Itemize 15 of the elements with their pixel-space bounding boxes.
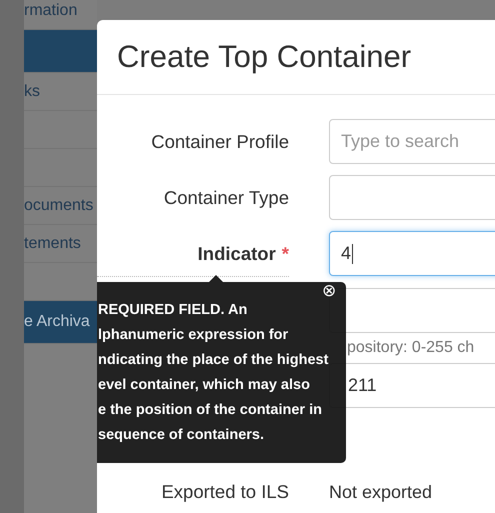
field-hint: pository: 0-255 ch [346,338,476,358]
input-field[interactable]: Type to search [329,119,495,164]
dialog-title: Create Top Container [117,39,412,75]
sidebar-item-selected[interactable] [24,30,97,73]
field-label: Container Profile [151,130,289,152]
tooltip-text: REQUIRED FIELD. An lphanumeric expression for ndicating the place of the highest evel container, which may also e the position of the container in sequence of containers. [98,301,328,445]
field-label: Exported to ILS [161,481,289,503]
field-label: Container Type [164,186,289,208]
field-value: Not exported [329,482,432,502]
input-field[interactable]: 4 [329,231,495,276]
required-icon: * [282,242,289,264]
input-field[interactable] [329,175,495,220]
close-icon[interactable]: ⊗ [322,284,336,298]
field-label: Indicator [198,242,276,264]
sidebar-item-selected[interactable]: e Archiva [24,301,97,344]
